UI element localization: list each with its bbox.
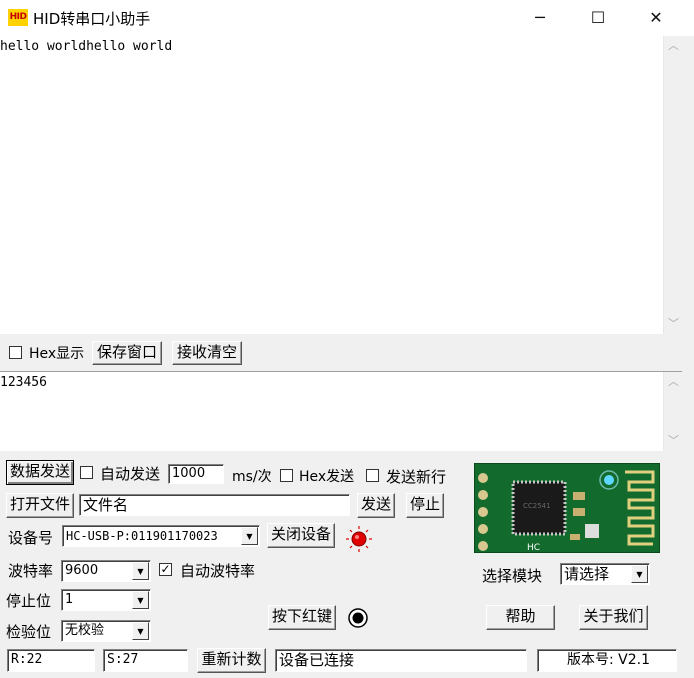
svg-text:HC: HC <box>527 543 540 553</box>
minimize-button[interactable]: ─ <box>517 0 563 36</box>
device-select[interactable]: HC-USB-P:011901170023 ▼ <box>62 525 260 547</box>
auto-baud-label: 自动波特率 <box>180 562 256 580</box>
auto-baud-checkbox[interactable]: ✓ <box>159 563 172 576</box>
parity-value: 无校验 <box>65 623 105 638</box>
select-module-label: 选择模块 <box>482 567 543 585</box>
tx-count: S:27 <box>103 649 188 672</box>
baud-rate-value: 9600 <box>65 563 99 578</box>
scroll-up-icon[interactable]: ︿ <box>664 38 683 54</box>
receive-scrollbar[interactable]: ︿ ﹀ <box>663 36 682 334</box>
title-bar: HID HID转串口小助手 ─ ☐ ✕ <box>0 0 694 36</box>
indicator-dot-icon <box>348 608 368 628</box>
svg-text:CC2541: CC2541 <box>523 502 551 510</box>
reset-count-button[interactable]: 重新计数 <box>197 648 266 673</box>
stop-bit-label: 停止位 <box>6 592 52 610</box>
receive-textarea[interactable]: hello worldhello world <box>0 36 682 334</box>
send-interval-input[interactable]: 1000 <box>168 464 224 484</box>
parity-select[interactable]: 无校验 ▼ <box>61 620 151 642</box>
status-led-icon <box>346 526 372 552</box>
baud-rate-label: 波特率 <box>8 562 54 580</box>
stop-bit-select[interactable]: 1 ▼ <box>61 589 151 611</box>
chevron-down-icon: ▼ <box>631 565 648 583</box>
auto-send-checkbox[interactable] <box>80 466 93 479</box>
device-label: 设备号 <box>8 529 54 547</box>
module-select-value: 请选择 <box>564 565 610 583</box>
scroll-up-icon[interactable]: ︿ <box>664 374 683 390</box>
stop-bit-value: 1 <box>65 592 74 607</box>
send-scrollbar[interactable]: ︿ ﹀ <box>663 372 682 451</box>
parity-label: 检验位 <box>6 623 52 641</box>
device-select-value: HC-USB-P:011901170023 <box>66 529 218 543</box>
send-file-button[interactable]: 发送 <box>357 493 395 518</box>
bluetooth-module-icon: CC2541 HC <box>475 464 659 553</box>
help-button[interactable]: 帮助 <box>486 605 555 630</box>
app-icon: HID <box>8 9 28 26</box>
send-textarea[interactable]: 123456 <box>0 371 682 451</box>
module-image: CC2541 HC <box>474 463 660 553</box>
stop-button[interactable]: 停止 <box>406 493 444 518</box>
close-button[interactable]: ✕ <box>633 0 679 36</box>
close-device-button[interactable]: 关闭设备 <box>267 523 335 548</box>
chevron-down-icon: ▼ <box>241 527 258 545</box>
scroll-down-icon[interactable]: ﹀ <box>664 433 683 449</box>
hex-display-label: Hex显示 <box>29 346 85 362</box>
interval-unit-label: ms/次 <box>232 469 272 485</box>
send-text: 123456 <box>0 375 47 390</box>
version-label: 版本号: V2.1 <box>537 649 677 672</box>
send-newline-checkbox[interactable] <box>366 469 379 482</box>
chevron-down-icon: ▼ <box>132 591 149 609</box>
hex-display-checkbox[interactable] <box>9 346 22 359</box>
open-file-button[interactable]: 打开文件 <box>6 493 74 518</box>
chevron-down-icon: ▼ <box>132 622 149 640</box>
scroll-down-icon[interactable]: ﹀ <box>664 316 683 332</box>
send-newline-label: 发送新行 <box>386 468 447 486</box>
clear-receive-button[interactable]: 接收清空 <box>172 341 242 365</box>
baud-rate-select[interactable]: 9600 ▼ <box>61 560 151 582</box>
save-window-button[interactable]: 保存窗口 <box>92 341 162 365</box>
window-title: HID转串口小助手 <box>33 10 151 28</box>
receive-text: hello worldhello world <box>0 39 173 54</box>
file-name-input[interactable]: 文件名 <box>79 494 350 516</box>
maximize-button[interactable]: ☐ <box>575 0 621 36</box>
red-key-button[interactable]: 按下红键 <box>268 605 336 630</box>
about-us-button[interactable]: 关于我们 <box>579 605 648 630</box>
send-data-button[interactable]: 数据发送 <box>6 460 74 485</box>
rx-count: R:22 <box>7 649 95 672</box>
hex-send-checkbox[interactable] <box>280 469 293 482</box>
auto-send-label: 自动发送 <box>100 465 161 483</box>
connection-status: 设备已连接 <box>275 649 527 672</box>
module-select[interactable]: 请选择 ▼ <box>560 563 650 585</box>
hex-send-label: Hex发送 <box>299 469 355 485</box>
chevron-down-icon: ▼ <box>132 562 149 580</box>
